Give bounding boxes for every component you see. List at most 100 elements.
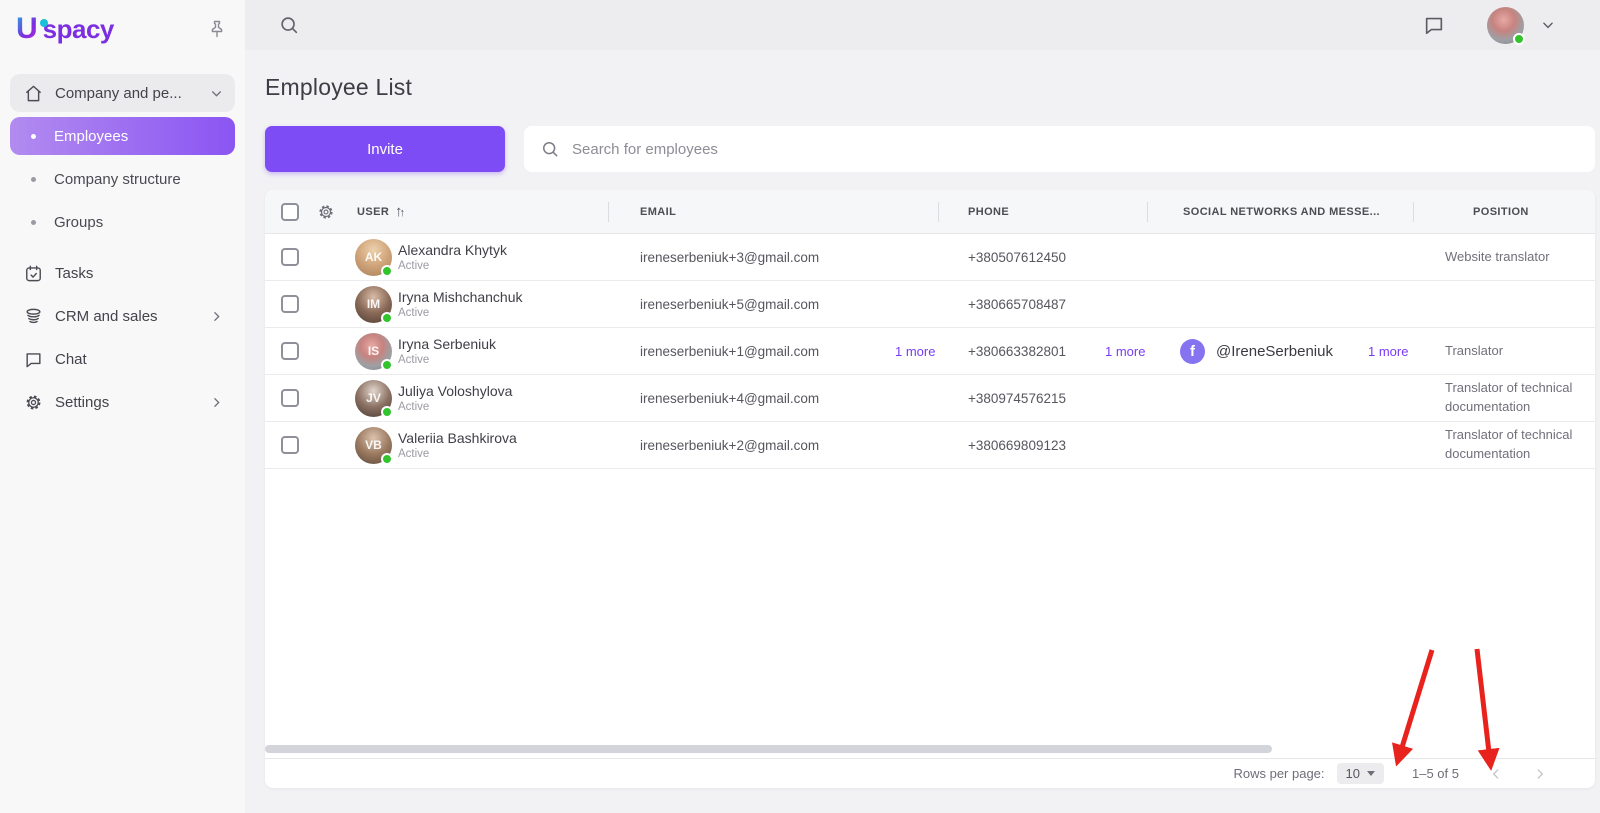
sidebar-item-label: Employees: [54, 127, 129, 145]
user-menu-chevron-icon[interactable]: [1541, 18, 1555, 32]
search-input[interactable]: [572, 140, 1579, 158]
employee-email: ireneserbeniuk+1@gmail.com: [640, 343, 820, 359]
employee-phone: +380507612450: [968, 249, 1066, 265]
sidebar-item-chat[interactable]: Chat: [10, 340, 235, 378]
sidebar-group-company-and-people[interactable]: Company and pe...: [10, 74, 235, 112]
chevron-down-icon: [210, 87, 223, 100]
select-all-checkbox[interactable]: [281, 202, 299, 221]
rows-per-page-select[interactable]: 10: [1336, 763, 1384, 784]
select-caret-icon: [1367, 771, 1375, 776]
email-more-link[interactable]: 1 more: [895, 344, 935, 359]
online-status-dot: [381, 452, 393, 465]
page-title: Employee List: [265, 74, 413, 100]
online-status-dot: [381, 264, 393, 277]
row-checkbox[interactable]: [281, 389, 299, 407]
employee-status: Active: [398, 448, 430, 460]
bullet-icon: [31, 176, 36, 182]
employee-status: Active: [398, 260, 430, 272]
employee-table: USER ↑ ↑ EMAIL PHONE SOCIAL NETWORKS AND …: [265, 190, 1595, 788]
social-more-link[interactable]: 1 more: [1368, 344, 1408, 359]
employee-phone: +380669809123: [968, 437, 1066, 453]
employee-email: ireneserbeniuk+3@gmail.com: [640, 249, 820, 265]
table-settings-gear-icon[interactable]: [317, 190, 335, 233]
sidebar-group-label: Company and pe...: [55, 84, 182, 102]
sidebar-item-label: CRM and sales: [55, 307, 158, 325]
sidebar-item-label: Tasks: [55, 264, 94, 282]
column-header-user[interactable]: USER: [357, 190, 389, 233]
sidebar-item-label: Groups: [54, 213, 104, 231]
sidebar-item-label: Settings: [55, 393, 110, 411]
table-row[interactable]: JV Juliya Voloshylova Active ireneserben…: [265, 375, 1595, 422]
column-divider: [938, 202, 939, 222]
database-icon: [24, 307, 43, 326]
row-checkbox[interactable]: [281, 342, 299, 360]
messenger-icon[interactable]: [1423, 14, 1445, 36]
column-header-email: EMAIL: [640, 205, 677, 218]
employee-phone: +380665708487: [968, 296, 1066, 312]
sidebar-item-label: Company structure: [54, 170, 181, 188]
social-handle[interactable]: @IreneSerbeniuk: [1216, 343, 1333, 360]
employee-name[interactable]: Juliya Voloshylova: [398, 383, 512, 399]
column-header-phone: PHONE: [968, 205, 1010, 218]
column-divider: [1147, 202, 1148, 222]
home-icon: [24, 84, 43, 103]
employee-name[interactable]: Iryna Mishchanchuk: [398, 289, 523, 305]
topbar: [245, 0, 1600, 50]
table-row[interactable]: IM Iryna Mishchanchuk Active ireneserben…: [265, 281, 1595, 328]
search-icon: [540, 139, 560, 159]
sidebar: U spacy Company and pe... Employees Comp…: [0, 0, 245, 813]
horizontal-scrollbar: [265, 744, 1595, 754]
pin-sidebar-icon[interactable]: [207, 19, 227, 39]
row-checkbox[interactable]: [281, 248, 299, 266]
sidebar-item-crm-and-sales[interactable]: CRM and sales: [10, 297, 235, 335]
sort-ascending-icon[interactable]: ↑ ↑: [395, 190, 405, 233]
employee-avatar: IS: [355, 332, 393, 371]
gear-icon: [24, 393, 43, 412]
online-status-dot: [381, 311, 393, 324]
previous-page-button[interactable]: [1489, 767, 1503, 781]
user-avatar[interactable]: [1487, 6, 1525, 45]
employee-name[interactable]: Iryna Serbeniuk: [398, 336, 496, 352]
row-checkbox[interactable]: [281, 295, 299, 313]
employee-phone: +380663382801: [968, 343, 1066, 359]
sidebar-item-settings[interactable]: Settings: [10, 383, 235, 421]
facebook-icon[interactable]: f: [1180, 338, 1205, 364]
main-content: Employee List Invite USER ↑↑ EMAIL PHONE: [245, 50, 1600, 813]
next-page-button[interactable]: [1533, 767, 1547, 781]
table-row[interactable]: VB Valeriia Bashkirova Active ireneserbe…: [265, 422, 1595, 469]
chevron-right-icon: [210, 396, 223, 409]
uspacy-logo[interactable]: U spacy: [16, 12, 114, 46]
sidebar-item-tasks[interactable]: Tasks: [10, 254, 235, 292]
sidebar-nav: Company and pe... Employees Company stru…: [0, 56, 245, 421]
table-footer: Rows per page: 10 1–5 of 5: [265, 758, 1595, 788]
logo-letter: U: [16, 12, 38, 45]
employee-email: ireneserbeniuk+2@gmail.com: [640, 437, 820, 453]
invite-button[interactable]: Invite: [265, 126, 505, 172]
sidebar-item-groups[interactable]: Groups: [10, 203, 235, 241]
employee-status: Active: [398, 307, 430, 319]
employee-position: Translator of technical documentation: [1445, 380, 1573, 414]
row-checkbox[interactable]: [281, 436, 299, 454]
employee-name[interactable]: Valeriia Bashkirova: [398, 430, 517, 446]
phone-more-link[interactable]: 1 more: [1105, 344, 1145, 359]
employee-name[interactable]: Alexandra Khytyk: [398, 242, 507, 258]
employee-phone: +380974576215: [968, 390, 1066, 406]
scrollbar-thumb[interactable]: [265, 745, 1272, 753]
employee-email: ireneserbeniuk+5@gmail.com: [640, 296, 820, 312]
employee-avatar: IM: [355, 285, 393, 324]
table-row[interactable]: AK Alexandra Khytyk Active ireneserbeniu…: [265, 234, 1595, 281]
online-status-dot: [381, 358, 393, 371]
sidebar-item-company-structure[interactable]: Company structure: [10, 160, 235, 198]
pagination-range: 1–5 of 5: [1412, 766, 1459, 781]
bullet-icon: [31, 133, 36, 139]
table-row[interactable]: IS Iryna Serbeniuk Active ireneserbeniuk…: [265, 328, 1595, 375]
column-divider: [1413, 202, 1414, 222]
app-root: U spacy Company and pe... Employees Comp…: [0, 0, 1600, 813]
sidebar-item-label: Chat: [55, 350, 87, 368]
chevron-right-icon: [210, 310, 223, 323]
chat-bubble-icon: [24, 350, 43, 369]
sidebar-item-employees[interactable]: Employees: [10, 117, 235, 155]
employee-position: Translator of technical documentation: [1445, 427, 1573, 461]
global-search-icon[interactable]: [278, 14, 300, 36]
column-header-position: POSITION: [1473, 205, 1529, 218]
